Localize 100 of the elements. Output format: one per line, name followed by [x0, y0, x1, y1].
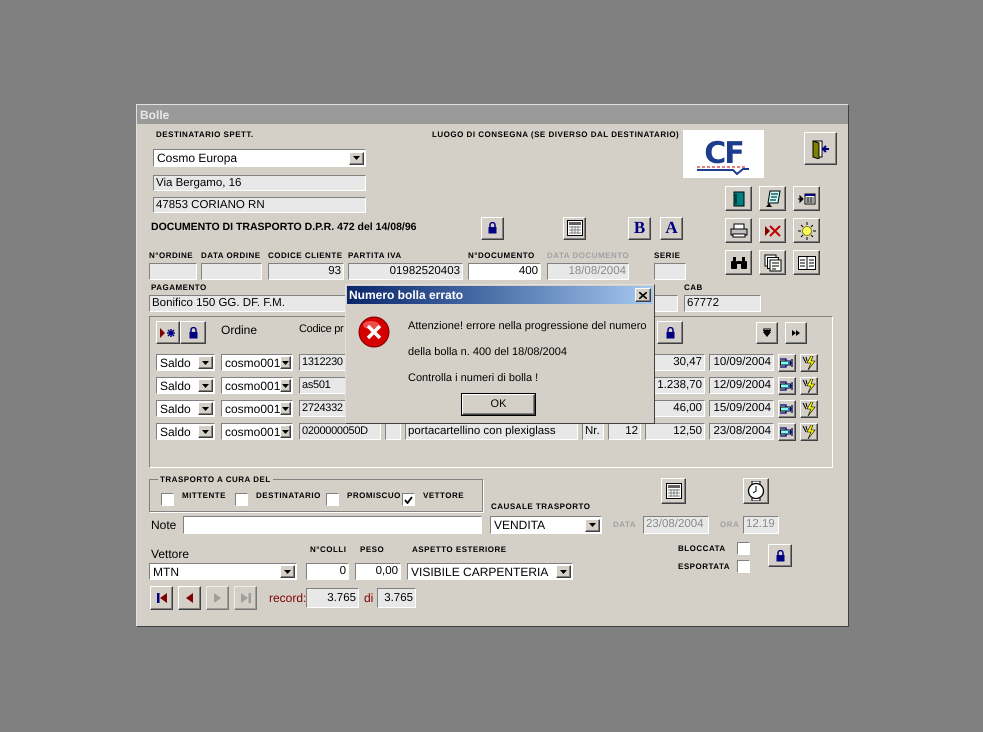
- calendar-button[interactable]: [661, 478, 686, 504]
- dropdown-field[interactable]: MTN: [149, 563, 297, 580]
- text-field[interactable]: [654, 263, 686, 280]
- checkbox[interactable]: [235, 493, 248, 506]
- weight-field[interactable]: 0,00: [355, 563, 401, 580]
- lock-button[interactable]: [481, 216, 504, 240]
- toolbar-button[interactable]: [793, 250, 820, 275]
- insert-button[interactable]: [778, 422, 796, 440]
- move-down-button[interactable]: [756, 322, 778, 344]
- total-field[interactable]: 3.765: [377, 588, 416, 608]
- format-button[interactable]: B: [628, 216, 651, 240]
- description-field[interactable]: portacartellino con plexiglass: [405, 423, 578, 440]
- insert-button[interactable]: [778, 354, 796, 372]
- record-field[interactable]: 3.765: [306, 588, 359, 608]
- dropdown-button[interactable]: [280, 356, 291, 369]
- checkbox[interactable]: [161, 493, 174, 506]
- ok-button[interactable]: OK: [462, 394, 535, 415]
- fast-forward-button[interactable]: [785, 322, 807, 344]
- toolbar-button[interactable]: [793, 186, 820, 211]
- text-field[interactable]: [149, 263, 197, 280]
- caret-icon: [353, 156, 360, 160]
- lightning-button[interactable]: [800, 354, 818, 372]
- date-field[interactable]: 10/09/2004: [709, 354, 774, 371]
- dropdown-field[interactable]: Saldo: [156, 377, 215, 394]
- dropdown-field[interactable]: cosmo001: [221, 400, 293, 417]
- toolbar-button[interactable]: [759, 186, 786, 211]
- quantity-field[interactable]: 12: [608, 423, 641, 440]
- dropdown-button[interactable]: [280, 425, 291, 438]
- error-icon: [358, 316, 390, 348]
- calendar-icon: [666, 483, 682, 499]
- text-field[interactable]: 01982520403: [348, 263, 463, 280]
- exit-button[interactable]: [804, 132, 837, 165]
- new-line-button[interactable]: [156, 321, 180, 344]
- checkbox-label: VETTORE: [423, 492, 464, 500]
- dropdown-field[interactable]: cosmo001: [221, 354, 293, 371]
- dropdown-field[interactable]: Saldo: [156, 400, 215, 417]
- dropdown-button[interactable]: [585, 518, 600, 532]
- format-button[interactable]: A: [660, 216, 683, 240]
- checkbox[interactable]: [326, 493, 339, 506]
- company-logo: CF: [683, 130, 764, 178]
- dropdown-field[interactable]: Saldo: [156, 354, 215, 371]
- toolbar-button[interactable]: [759, 250, 786, 275]
- code-field[interactable]: 0200000050D: [299, 423, 381, 440]
- toolbar-button[interactable]: [725, 218, 752, 243]
- city-field[interactable]: 47853 CORIANO RN: [153, 197, 366, 213]
- date-field[interactable]: 12/09/2004: [709, 377, 774, 394]
- toolbar-button[interactable]: [793, 218, 820, 243]
- checkbox[interactable]: [402, 493, 415, 506]
- address-field[interactable]: Via Bergamo, 16: [153, 175, 366, 191]
- close-button[interactable]: [635, 288, 651, 302]
- lightning-button[interactable]: [800, 400, 818, 418]
- text-field[interactable]: [201, 263, 262, 280]
- lock-button[interactable]: [657, 321, 683, 344]
- dropdown-field[interactable]: VENDITA: [490, 516, 602, 534]
- clock-button[interactable]: [743, 478, 769, 504]
- dropdown-button[interactable]: [198, 379, 213, 392]
- next-record-icon: [214, 593, 221, 603]
- insert-button[interactable]: [778, 400, 796, 418]
- lightning-button[interactable]: [800, 422, 818, 440]
- lightning-button[interactable]: [800, 376, 818, 394]
- dropdown-field[interactable]: Cosmo Europa: [153, 149, 366, 167]
- cab-field[interactable]: 67772: [684, 295, 761, 312]
- calendar-button[interactable]: [563, 216, 586, 240]
- checkbox[interactable]: [737, 542, 750, 555]
- toolbar-button[interactable]: [725, 250, 752, 275]
- input-field[interactable]: 400: [468, 263, 541, 280]
- dropdown-button[interactable]: [198, 356, 213, 369]
- text-field[interactable]: 93: [268, 263, 344, 280]
- dropdown-button[interactable]: [556, 565, 571, 578]
- lock-button[interactable]: [768, 544, 792, 567]
- dropdown-button[interactable]: [280, 565, 295, 578]
- dropdown-button[interactable]: [349, 152, 364, 164]
- unit-field[interactable]: Nr.: [582, 423, 604, 440]
- dropdown-field[interactable]: cosmo001: [221, 423, 293, 440]
- lightning-icon: [802, 356, 816, 370]
- dropdown-field[interactable]: Saldo: [156, 423, 215, 440]
- insert-button[interactable]: [778, 376, 796, 394]
- packages-field[interactable]: 0: [306, 563, 349, 580]
- dropdown-field[interactable]: cosmo001: [221, 377, 293, 394]
- text-field[interactable]: [385, 423, 401, 440]
- calendar-icon: [566, 220, 582, 236]
- dropdown-button[interactable]: [198, 402, 213, 415]
- dropdown-field[interactable]: VISIBILE CARPENTERIA: [407, 563, 573, 580]
- toolbar-button[interactable]: [725, 186, 752, 211]
- date-field[interactable]: 15/09/2004: [709, 400, 774, 417]
- note-field[interactable]: [183, 516, 482, 534]
- dropdown-button[interactable]: [198, 425, 213, 438]
- navigation-button[interactable]: [178, 586, 201, 610]
- dialog-message: della bolla n. 400 del 18/08/2004: [408, 345, 568, 360]
- checkbox-label: BLOCCATA: [678, 544, 727, 552]
- checkbox[interactable]: [737, 560, 750, 573]
- date-field[interactable]: 23/08/2004: [709, 423, 774, 440]
- toolbar-button[interactable]: [759, 218, 786, 243]
- lock-button[interactable]: [180, 321, 206, 344]
- amount-field[interactable]: 12,50: [645, 423, 705, 440]
- caret-icon: [282, 384, 290, 388]
- dropdown-button[interactable]: [280, 402, 291, 415]
- navigation-button[interactable]: [150, 586, 173, 610]
- form-icon: [798, 256, 816, 270]
- dropdown-button[interactable]: [280, 379, 291, 392]
